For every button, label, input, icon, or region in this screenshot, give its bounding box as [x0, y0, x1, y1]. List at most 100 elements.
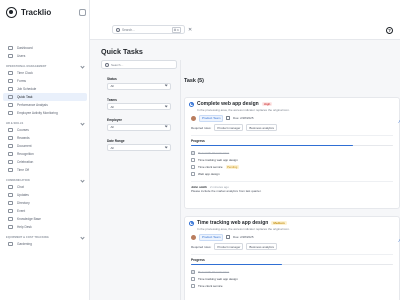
- calendar-icon: [8, 86, 13, 92]
- filter-status-label: Status: [107, 77, 117, 81]
- sidebar-item-users[interactable]: Users: [0, 52, 89, 60]
- sidebar-item-gardening[interactable]: Gardening: [0, 240, 89, 248]
- sidebar-item-knowledge-base[interactable]: Knowledge Base: [0, 215, 89, 223]
- task-count-heading: Task (5): [184, 78, 204, 84]
- app-name: Tracklio: [21, 8, 52, 17]
- status-badge: Pending: [225, 164, 239, 169]
- chevron-up-icon: [80, 120, 85, 126]
- filter-search-input[interactable]: Search…: [101, 60, 177, 69]
- checkbox[interactable]: [191, 164, 195, 169]
- filter-teams-label: Teams: [107, 97, 117, 102]
- chevron-up-icon: [80, 234, 85, 240]
- task-status-radio[interactable]: [189, 101, 194, 107]
- sidebar-item-updates[interactable]: Updates: [0, 191, 89, 199]
- task-title[interactable]: Complete web app design: [197, 101, 259, 107]
- collapse-sidebar-icon[interactable]: [79, 9, 86, 16]
- checkbox[interactable]: [191, 283, 195, 288]
- sidebar-item-time-clock[interactable]: Time Clock: [0, 69, 89, 77]
- chart-icon: [8, 102, 13, 108]
- sidebar-item-quick-task[interactable]: Quick Task: [3, 93, 87, 101]
- sidebar-item-time-off[interactable]: Time Off: [0, 166, 89, 174]
- search-icon: [105, 62, 109, 67]
- chevron-up-icon: [80, 63, 85, 69]
- form-icon: [8, 78, 13, 84]
- subtask-item[interactable]: Time clock service: [185, 282, 399, 289]
- subtask-item[interactable]: Research all sentences: [185, 268, 399, 275]
- close-icon[interactable]: ✕: [188, 27, 192, 33]
- team-tag: Product Team: [199, 114, 224, 122]
- task-status-radio[interactable]: [189, 220, 194, 226]
- search-icon: [116, 27, 120, 32]
- checkbox[interactable]: [191, 269, 195, 274]
- filter-employee-label: Employee: [107, 118, 123, 122]
- sidebar-item-dashboard[interactable]: Dashboard: [0, 44, 89, 52]
- sidebar-item-forms[interactable]: Forms: [0, 77, 89, 85]
- filters-panel: Search… Status All Teams All Employee Al…: [101, 60, 177, 300]
- filter-date-range-select[interactable]: All: [107, 144, 171, 151]
- recognition-icon: [8, 151, 13, 157]
- due-date: Due: 2/28/2025: [232, 116, 254, 121]
- filter-teams-select[interactable]: All: [107, 103, 171, 110]
- calendar-icon: [226, 235, 230, 239]
- sidebar-item-courses[interactable]: Courses: [0, 126, 89, 134]
- sidebar-item-recognition[interactable]: Recognition: [0, 150, 89, 158]
- task-card[interactable]: Complete web app design High In the proc…: [184, 97, 400, 209]
- comment: John smith 2 minutes ago Please include t…: [191, 185, 393, 193]
- document-icon: [8, 143, 13, 149]
- comment-text: Please include the market analytics from…: [191, 189, 262, 194]
- task-card[interactable]: Time tracking web app design Medium In t…: [184, 216, 400, 300]
- shortcut-hint: ⌘ K: [171, 26, 181, 33]
- subtask-item[interactable]: Time clock service Pending: [185, 163, 399, 170]
- celebration-icon: [8, 159, 13, 165]
- progress-label: Progress: [191, 139, 205, 144]
- tracklio-logo-icon: [6, 7, 17, 18]
- checkbox[interactable]: [191, 171, 195, 176]
- filter-employee-select[interactable]: All: [107, 123, 171, 131]
- checkbox[interactable]: [191, 157, 195, 162]
- course-icon: [8, 127, 13, 133]
- activity-icon: [8, 110, 13, 116]
- book-icon: [8, 216, 13, 222]
- priority-badge: Medium: [271, 220, 287, 226]
- help-desk-icon: [8, 224, 13, 230]
- required-roles-label: Required roles:: [191, 125, 212, 130]
- sidebar-item-directory[interactable]: Directory: [0, 199, 89, 207]
- clock-icon: [8, 70, 13, 76]
- sidebar-item-performance-analysis[interactable]: Performance Analysis: [0, 101, 89, 109]
- subtask-item[interactable]: Research all sentences: [185, 149, 399, 156]
- global-search-input[interactable]: Search… ⌘ K: [112, 25, 185, 34]
- avatar: [191, 115, 196, 121]
- time-off-icon: [8, 167, 13, 173]
- gardening-icon: [8, 241, 13, 247]
- sidebar-item-celebration[interactable]: Celebration: [0, 158, 89, 166]
- chevron-down-icon: [164, 104, 168, 108]
- subtask-item[interactable]: Time tracking web app design: [185, 156, 399, 163]
- filter-date-range-label: Date Range: [107, 138, 125, 143]
- team-tag: Product Team: [199, 233, 224, 241]
- subtask-item[interactable]: Web app design: [185, 170, 399, 177]
- task-title[interactable]: Time tracking web app design: [197, 220, 268, 226]
- sidebar: Tracklio Dashboard Users OPERATIONAL MAN…: [0, 0, 90, 300]
- chat-icon: [8, 184, 13, 190]
- role-tag: Business analytics: [246, 243, 278, 251]
- sidebar-item-document[interactable]: Document: [0, 142, 89, 150]
- sidebar-item-job-schedule[interactable]: Job Schedule: [0, 85, 89, 93]
- checkbox[interactable]: [191, 276, 195, 281]
- brand[interactable]: Tracklio: [6, 7, 51, 18]
- subtask-item[interactable]: Time tracking web app design: [185, 275, 399, 282]
- task-list: Task (5) Complete web app design High In…: [184, 78, 400, 300]
- sidebar-item-employee-activity[interactable]: Employee Activity Monitoring: [0, 109, 89, 117]
- help-icon[interactable]: ?: [386, 27, 393, 34]
- sidebar-item-help-desk[interactable]: Help Desk: [0, 223, 89, 231]
- required-roles-label: Required roles:: [191, 244, 212, 249]
- chevron-down-icon: [164, 145, 168, 149]
- checkbox[interactable]: [191, 150, 195, 155]
- reward-icon: [8, 135, 13, 141]
- filter-status-select[interactable]: All: [107, 82, 171, 90]
- directory-icon: [8, 200, 13, 206]
- page-title: Quick Tasks: [101, 47, 143, 56]
- sidebar-item-rewards[interactable]: Rewards: [0, 134, 89, 142]
- sidebar-item-chat[interactable]: Chat: [0, 183, 89, 191]
- sidebar-item-event[interactable]: Event: [0, 207, 89, 215]
- role-tag: Product manager: [214, 124, 244, 132]
